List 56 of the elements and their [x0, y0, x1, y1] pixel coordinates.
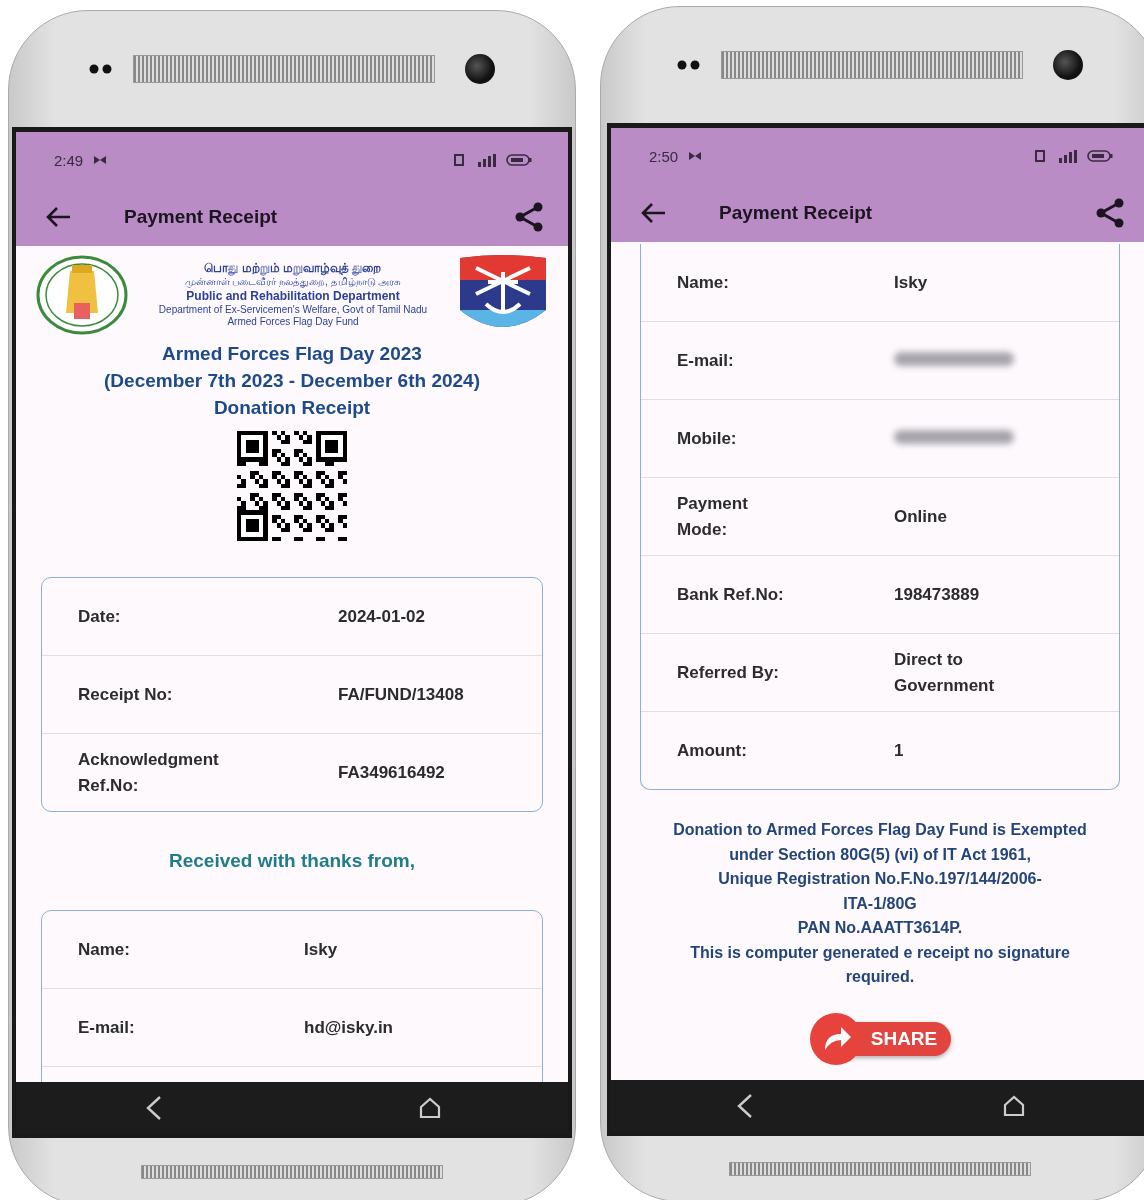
notification-icon — [688, 151, 703, 161]
receipt-title: (December 7th 2023 - December 6th 2024) — [104, 369, 480, 393]
field-value: Direct to Government — [894, 648, 996, 697]
receipt-title: Donation Receipt — [213, 396, 371, 420]
field-value: Online — [894, 505, 947, 528]
app-bar-title: Payment Receipt — [124, 206, 279, 228]
field-label: Mobile: — [677, 427, 738, 450]
field-value: FA349616492 — [338, 761, 445, 784]
field-value: Isky — [304, 938, 338, 961]
battery-icon — [506, 154, 532, 166]
field-label: Name: — [78, 938, 131, 961]
field-label: Name: — [677, 271, 730, 294]
header-text: Armed Forces Flag Day Fund — [227, 316, 359, 329]
status-time: 2:50 — [649, 147, 679, 165]
field-label: E-mail: — [78, 1016, 136, 1039]
notice-text: PAN No.AAATT3614P. — [797, 918, 963, 938]
notice-text: ITA-1/80G — [843, 893, 917, 914]
notice-text: Donation to Armed Forces Flag Day Fund is Exempted — [673, 820, 1087, 840]
notice-text: under Section 80G(5) (vi) of IT Act 1961, — [729, 844, 1031, 865]
battery-icon — [1087, 150, 1113, 162]
header-text: முன்னாள் படைவீரர் நலத்துறை, தமிழ்நாடு அரசு — [184, 276, 402, 289]
home-icon[interactable] — [1003, 1095, 1025, 1117]
header-text: பொது மற்றும் மறுவாழ்வுத் துறை — [204, 261, 382, 277]
camera-icon — [1053, 50, 1083, 80]
field-label: Bank Ref.No: — [677, 583, 785, 606]
share-icon[interactable] — [514, 202, 544, 232]
status-time: 2:49 — [54, 151, 84, 169]
notification-icon — [93, 155, 108, 165]
back-button[interactable] — [641, 202, 667, 224]
notice-text: required. — [845, 967, 915, 987]
field-value: 198473889 — [894, 583, 980, 606]
sim-icon — [1035, 150, 1045, 162]
field-label: E-mail: — [677, 349, 735, 372]
field-value: Isky — [894, 271, 928, 294]
app-bar-title: Payment Receipt — [719, 202, 874, 224]
field-value: hd@isky.in — [304, 1016, 393, 1039]
notice-text: This is computer generated e receipt no signature — [690, 942, 1070, 963]
field-label: Referred By: — [677, 661, 781, 684]
sim-icon — [454, 154, 464, 166]
share-icon[interactable] — [1095, 198, 1125, 228]
receipt-title: Armed Forces Flag Day 2023 — [162, 342, 422, 366]
home-icon[interactable] — [418, 1097, 441, 1119]
field-label: Payment Mode: — [677, 492, 749, 541]
header-text: Public and Rehabilitation Department — [186, 288, 400, 304]
field-value: 2024-01-02 — [338, 605, 425, 628]
camera-icon — [465, 54, 495, 84]
notice-text: Unique Registration No.F.No.197/144/2006- — [718, 869, 1042, 889]
thanks-text: Received with thanks from, — [169, 850, 415, 872]
field-label: Receipt No: — [78, 683, 174, 706]
field-label: Acknowledgment Ref.No: — [78, 748, 220, 797]
field-label: Amount: — [677, 739, 748, 762]
field-value: FA/FUND/13408 — [338, 683, 464, 706]
field-label: Date: — [78, 605, 122, 628]
field-value: 1 — [894, 739, 904, 762]
header-text: Department of Ex-Servicemen's Welfare, Govt of Tamil Nadu — [158, 303, 428, 317]
back-button[interactable] — [46, 206, 72, 228]
